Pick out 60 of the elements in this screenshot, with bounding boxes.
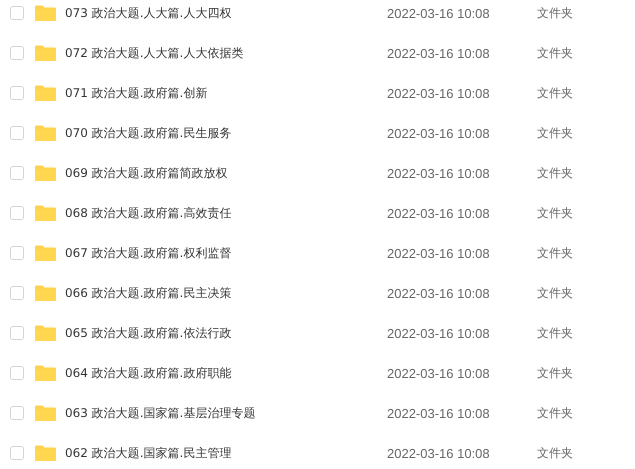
folder-icon [35,285,56,301]
folder-name[interactable]: 066 政治大题.政府篇.民主决策 [65,284,387,302]
file-type: 文件夹 [537,364,573,382]
folder-name[interactable]: 062 政治大题.国家篇.民主管理 [65,444,387,462]
folder-icon [35,405,56,421]
folder-icon [35,365,56,381]
file-type: 文件夹 [537,244,573,262]
modified-date: 2022-03-16 10:08 [387,126,491,140]
file-type: 文件夹 [537,324,573,342]
folder-icon [35,45,56,61]
modified-date: 2022-03-16 10:08 [387,446,491,460]
file-type: 文件夹 [537,84,573,102]
folder-name[interactable]: 063 政治大题.国家篇.基层治理专题 [65,404,387,422]
modified-date: 2022-03-16 10:08 [387,206,491,220]
checkbox[interactable] [10,206,24,220]
folder-icon [35,5,56,21]
modified-date: 2022-03-16 10:08 [387,326,491,340]
checkbox[interactable] [10,246,24,260]
checkbox[interactable] [10,6,24,20]
checkbox[interactable] [10,446,24,460]
checkbox[interactable] [10,326,24,340]
file-type: 文件夹 [537,404,573,422]
modified-date: 2022-03-16 10:08 [387,406,491,420]
folder-name[interactable]: 071 政治大题.政府篇.创新 [65,84,387,102]
folder-name[interactable]: 064 政治大题.政府篇.政府职能 [65,364,387,382]
checkbox[interactable] [10,406,24,420]
modified-date: 2022-03-16 10:08 [387,46,491,60]
modified-date: 2022-03-16 10:08 [387,166,491,180]
folder-name[interactable]: 073 政治大题.人大篇.人大四权 [65,4,387,22]
checkbox[interactable] [10,166,24,180]
checkbox[interactable] [10,286,24,300]
folder-name[interactable]: 068 政治大题.政府篇.高效责任 [65,204,387,222]
folder-name[interactable]: 070 政治大题.政府篇.民生服务 [65,124,387,142]
folder-icon [35,325,56,341]
file-type: 文件夹 [537,4,573,22]
checkbox[interactable] [10,126,24,140]
folder-icon [35,85,56,101]
modified-date: 2022-03-16 10:08 [387,86,491,100]
modified-date: 2022-03-16 10:08 [387,6,491,20]
folder-name[interactable]: 069 政治大题.政府篇简政放权 [65,164,387,182]
folder-icon [35,165,56,181]
file-type: 文件夹 [537,204,573,222]
checkbox[interactable] [10,366,24,380]
folder-icon [35,445,56,461]
modified-date: 2022-03-16 10:08 [387,246,491,260]
folder-name[interactable]: 072 政治大题.人大篇.人大依据类 [65,44,387,62]
file-type: 文件夹 [537,164,573,182]
file-type: 文件夹 [537,124,573,142]
checkbox[interactable] [10,86,24,100]
folder-icon [35,245,56,261]
modified-date: 2022-03-16 10:08 [387,286,491,300]
file-type: 文件夹 [537,444,573,462]
folder-name[interactable]: 067 政治大题.政府篇.权利监督 [65,244,387,262]
folder-name[interactable]: 065 政治大题.政府篇.依法行政 [65,324,387,342]
folder-icon [35,205,56,221]
folder-icon [35,125,56,141]
modified-date: 2022-03-16 10:08 [387,366,491,380]
file-type: 文件夹 [537,44,573,62]
checkbox[interactable] [10,46,24,60]
file-type: 文件夹 [537,284,573,302]
